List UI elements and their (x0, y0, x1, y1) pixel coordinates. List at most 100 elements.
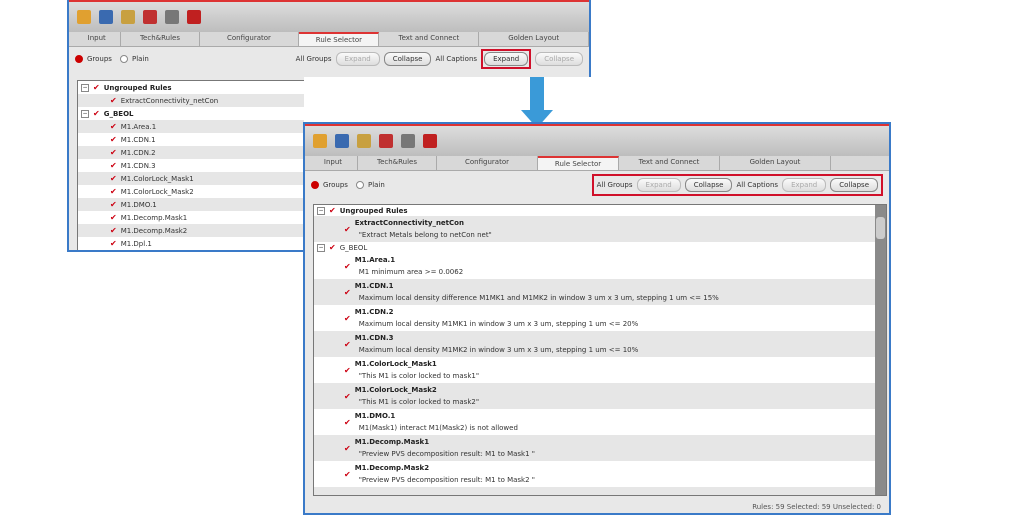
checkbox-checked-icon[interactable]: ✔ (329, 206, 336, 215)
tab-tech-rules[interactable]: Tech&Rules (358, 156, 437, 170)
window-after: Input Tech&Rules Configurator Rule Selector… (303, 122, 891, 515)
tab-rule-selector[interactable]: Rule Selector (299, 32, 380, 46)
checkbox-checked-icon[interactable]: ✔ (110, 187, 117, 196)
tab-golden-layout[interactable]: Golden Layout (720, 156, 831, 170)
wizard-icon[interactable] (357, 134, 371, 148)
checkbox-checked-icon[interactable]: ✔ (93, 83, 100, 92)
checkbox-checked-icon[interactable]: ✔ (110, 122, 117, 131)
checkbox-checked-icon[interactable]: ✔ (110, 213, 117, 222)
checkbox-checked-icon[interactable]: ✔ (344, 340, 351, 349)
checkbox-checked-icon[interactable]: ✔ (344, 418, 351, 427)
collapse-icon[interactable]: − (81, 109, 89, 118)
rule-item[interactable]: ✔ M1.Area.1 M1 minimum area >= 0.0062 (314, 253, 886, 279)
checkbox-checked-icon[interactable]: ✔ (344, 496, 351, 497)
rule-caption: M1(Mask1) interact M1(Mask2) is not allo… (358, 424, 518, 432)
clear-icon[interactable] (143, 10, 157, 24)
checkbox-checked-icon[interactable]: ✔ (93, 109, 100, 118)
rule-name: M1.CDN.3 (354, 334, 394, 342)
checkbox-checked-icon[interactable]: ✔ (110, 135, 117, 144)
groups-radio[interactable] (311, 181, 319, 189)
checkbox-checked-icon[interactable]: ✔ (344, 392, 351, 401)
tree-item-label: M1.Dpl.1 (120, 239, 152, 248)
checkbox-checked-icon[interactable]: ✔ (110, 174, 117, 183)
tree-item-label: M1.Decomp.Mask2 (120, 226, 188, 235)
groups-radio[interactable] (75, 55, 83, 63)
checkbox-checked-icon[interactable]: ✔ (344, 262, 351, 271)
tree-item-label: M1.CDN.2 (120, 148, 156, 157)
settings-icon[interactable] (401, 134, 415, 148)
tab-text-and-connect[interactable]: Text and Connect (619, 156, 720, 170)
rule-item[interactable]: ✔ M1.Decomp.Mask2 "Preview PVS decompositi… (314, 461, 886, 487)
plain-radio[interactable] (355, 181, 364, 189)
tab-text-and-connect[interactable]: Text and Connect (379, 32, 480, 46)
rule-item[interactable]: ✔ M1.CDN.2 Maximum local density M1MK1 in … (314, 305, 886, 331)
checkbox-checked-icon[interactable]: ✔ (344, 225, 351, 234)
rule-caption: Maximum local density difference M1MK1 a… (358, 294, 719, 302)
checkbox-checked-icon[interactable]: ✔ (344, 288, 351, 297)
rule-item[interactable]: ✔ ExtractConnectivity_netCon "Extract Meta… (314, 216, 886, 242)
rule-name: M1.Decomp.Mask1 (354, 438, 430, 446)
captions-expand-button[interactable]: Expand (782, 178, 827, 192)
checkbox-checked-icon[interactable]: ✔ (110, 96, 117, 105)
plain-radio[interactable] (119, 55, 128, 63)
checkbox-checked-icon[interactable]: ✔ (329, 243, 336, 252)
arrow-down-icon (530, 77, 544, 111)
scrollbar-thumb[interactable] (876, 217, 885, 239)
groups-label: Groups (87, 55, 112, 63)
groups-collapse-button[interactable]: Collapse (383, 52, 432, 66)
rule-item[interactable]: ✔ M1.CDN.1 Maximum local density differenc… (314, 279, 886, 305)
captions-expand-button[interactable]: Expand (484, 52, 529, 66)
tab-input[interactable]: Input (309, 156, 358, 170)
options-row: Groups Plain All Groups Expand Collapse … (69, 47, 589, 71)
collapse-icon[interactable]: − (317, 206, 325, 215)
settings-icon[interactable] (165, 10, 179, 24)
rule-item[interactable]: ✔ M1.ColorLock_Mask1 "This M1 is color loc… (314, 357, 886, 383)
flow-icon[interactable] (187, 10, 201, 24)
wizard-icon[interactable] (121, 10, 135, 24)
checkbox-checked-icon[interactable]: ✔ (110, 226, 117, 235)
open-folder-icon[interactable] (313, 134, 327, 148)
tab-rule-selector[interactable]: Rule Selector (538, 156, 619, 170)
tab-configurator[interactable]: Configurator (437, 156, 538, 170)
collapse-icon[interactable]: − (317, 243, 325, 252)
rule-name: M1.ColorLock_Mask1 (354, 360, 437, 368)
groups-expand-button[interactable]: Expand (636, 178, 681, 192)
flow-icon[interactable] (423, 134, 437, 148)
rule-caption: "Preview PVS decomposition result: M1 to… (358, 476, 536, 484)
captions-collapse-button[interactable]: Collapse (830, 178, 878, 192)
groups-expand-button[interactable]: Expand (335, 52, 380, 66)
checkbox-checked-icon[interactable]: ✔ (110, 148, 117, 157)
expand-collapse-highlight: All Groups Expand Collapse All Captions … (591, 174, 883, 196)
save-icon[interactable] (99, 10, 113, 24)
checkbox-checked-icon[interactable]: ✔ (110, 161, 117, 170)
checkbox-checked-icon[interactable]: ✔ (344, 470, 351, 479)
clear-icon[interactable] (379, 134, 393, 148)
checkbox-checked-icon[interactable]: ✔ (344, 444, 351, 453)
scrollbar[interactable] (875, 205, 886, 495)
captions-collapse-button[interactable]: Collapse (535, 52, 583, 66)
rule-item[interactable]: ✔ M1.CDN.3 Maximum local density M1MK2 in … (314, 331, 886, 357)
tab-input[interactable]: Input (73, 32, 122, 46)
rule-item[interactable]: ✔ M1.Dpl.1 (314, 487, 886, 497)
rule-caption: "Preview PVS decomposition result: M1 to… (358, 450, 536, 458)
tree-item-label: M1.CDN.1 (120, 135, 156, 144)
checkbox-checked-icon[interactable]: ✔ (110, 239, 117, 248)
tab-tech-rules[interactable]: Tech&Rules (121, 32, 200, 46)
save-icon[interactable] (335, 134, 349, 148)
tab-configurator[interactable]: Configurator (200, 32, 300, 46)
rule-item[interactable]: ✔ M1.DMO.1 M1(Mask1) interact M1(Mask2) is… (314, 409, 886, 435)
tree-group[interactable]: − ✔ G_BEOL (314, 242, 886, 253)
tab-golden-layout[interactable]: Golden Layout (479, 32, 589, 46)
checkbox-checked-icon[interactable]: ✔ (344, 366, 351, 375)
rule-name: M1.Decomp.Mask2 (354, 464, 430, 472)
checkbox-checked-icon[interactable]: ✔ (344, 314, 351, 323)
collapse-icon[interactable]: − (81, 83, 89, 92)
rule-item[interactable]: ✔ M1.Decomp.Mask1 "Preview PVS decompositi… (314, 435, 886, 461)
tree-group[interactable]: − ✔ Ungrouped Rules (314, 205, 886, 216)
open-folder-icon[interactable] (77, 10, 91, 24)
groups-collapse-button[interactable]: Collapse (684, 178, 733, 192)
rule-name: M1.ColorLock_Mask2 (354, 386, 437, 394)
tree-item-label: M1.Area.1 (120, 122, 157, 131)
rule-item[interactable]: ✔ M1.ColorLock_Mask2 "This M1 is color loc… (314, 383, 886, 409)
checkbox-checked-icon[interactable]: ✔ (110, 200, 117, 209)
